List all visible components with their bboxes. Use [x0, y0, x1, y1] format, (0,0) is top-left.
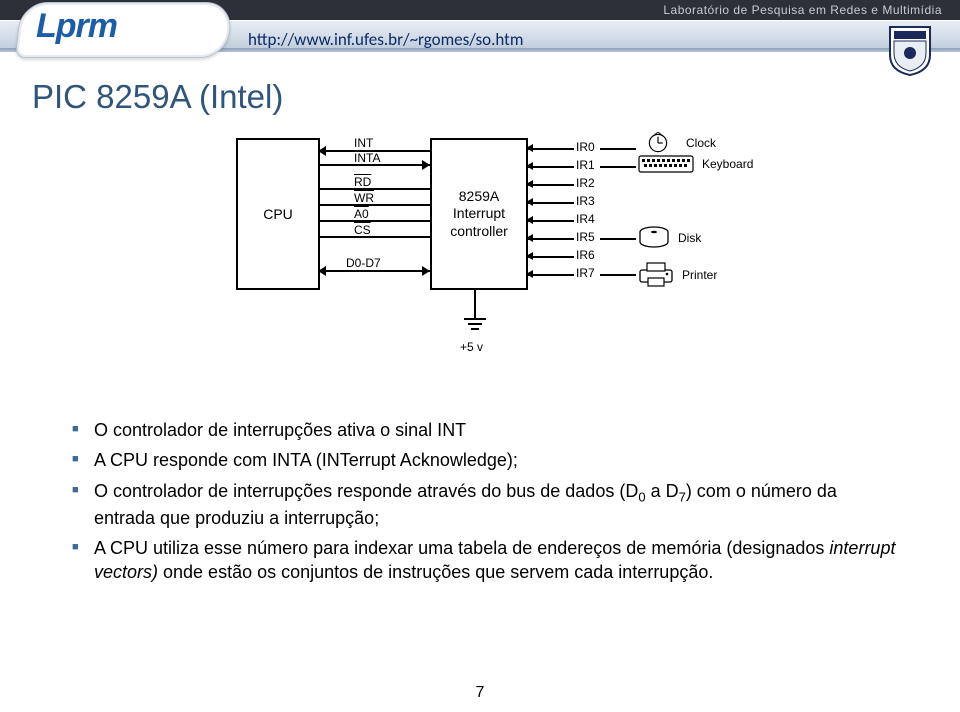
label-cs: CS	[354, 223, 371, 237]
label-ir5: IR5	[576, 230, 595, 244]
label-ir7: IR7	[576, 266, 595, 280]
label-inta: INTA	[354, 151, 380, 165]
bullet-2: A CPU responde com INTA (INTerrupt Ackno…	[72, 448, 900, 472]
label-int: INT	[354, 136, 373, 150]
label-ir1: IR1	[576, 158, 595, 172]
bullet-4: A CPU utiliza esse número para indexar u…	[72, 536, 900, 585]
label-ir0: IR0	[576, 140, 595, 154]
label-data: D0-D7	[346, 256, 381, 270]
pic-block: 8259A Interrupt controller	[430, 138, 528, 290]
label-ir4: IR4	[576, 212, 595, 226]
bullet-1: O controlador de interrupções ativa o si…	[72, 418, 900, 442]
clock-icon	[638, 132, 678, 154]
label-a0: A0	[354, 207, 369, 221]
page-number: 7	[0, 684, 960, 702]
device-printer: Printer	[638, 262, 717, 288]
pic-diagram: CPU 8259A Interrupt controller INT INTA …	[236, 128, 756, 368]
label-ir2: IR2	[576, 176, 595, 190]
logo: Lprm	[18, 2, 228, 60]
cpu-block: CPU	[236, 138, 320, 290]
keyboard-icon	[638, 154, 694, 174]
label-plus5v: +5 v	[460, 340, 483, 354]
label-ir6: IR6	[576, 248, 595, 262]
logo-text: Lprm	[36, 7, 117, 46]
label-rd: RD	[354, 175, 371, 189]
bullet-3: O controlador de interrupções responde a…	[72, 479, 900, 530]
device-keyboard: Keyboard	[638, 154, 753, 174]
university-shield-icon	[888, 25, 932, 77]
label-wr: WR	[354, 191, 374, 205]
page-url: http://www.inf.ufes.br/~rgomes/so.htm	[248, 29, 523, 50]
printer-icon	[638, 262, 674, 288]
bullet-list: O controlador de interrupções ativa o si…	[72, 418, 900, 591]
device-clock: Clock	[638, 132, 716, 154]
disk-icon	[638, 226, 670, 250]
label-ir3: IR3	[576, 194, 595, 208]
header: Laboratório de Pesquisa em Redes e Multi…	[0, 0, 960, 54]
device-disk: Disk	[638, 226, 701, 250]
page-title: PIC 8259A (Intel)	[32, 78, 283, 116]
